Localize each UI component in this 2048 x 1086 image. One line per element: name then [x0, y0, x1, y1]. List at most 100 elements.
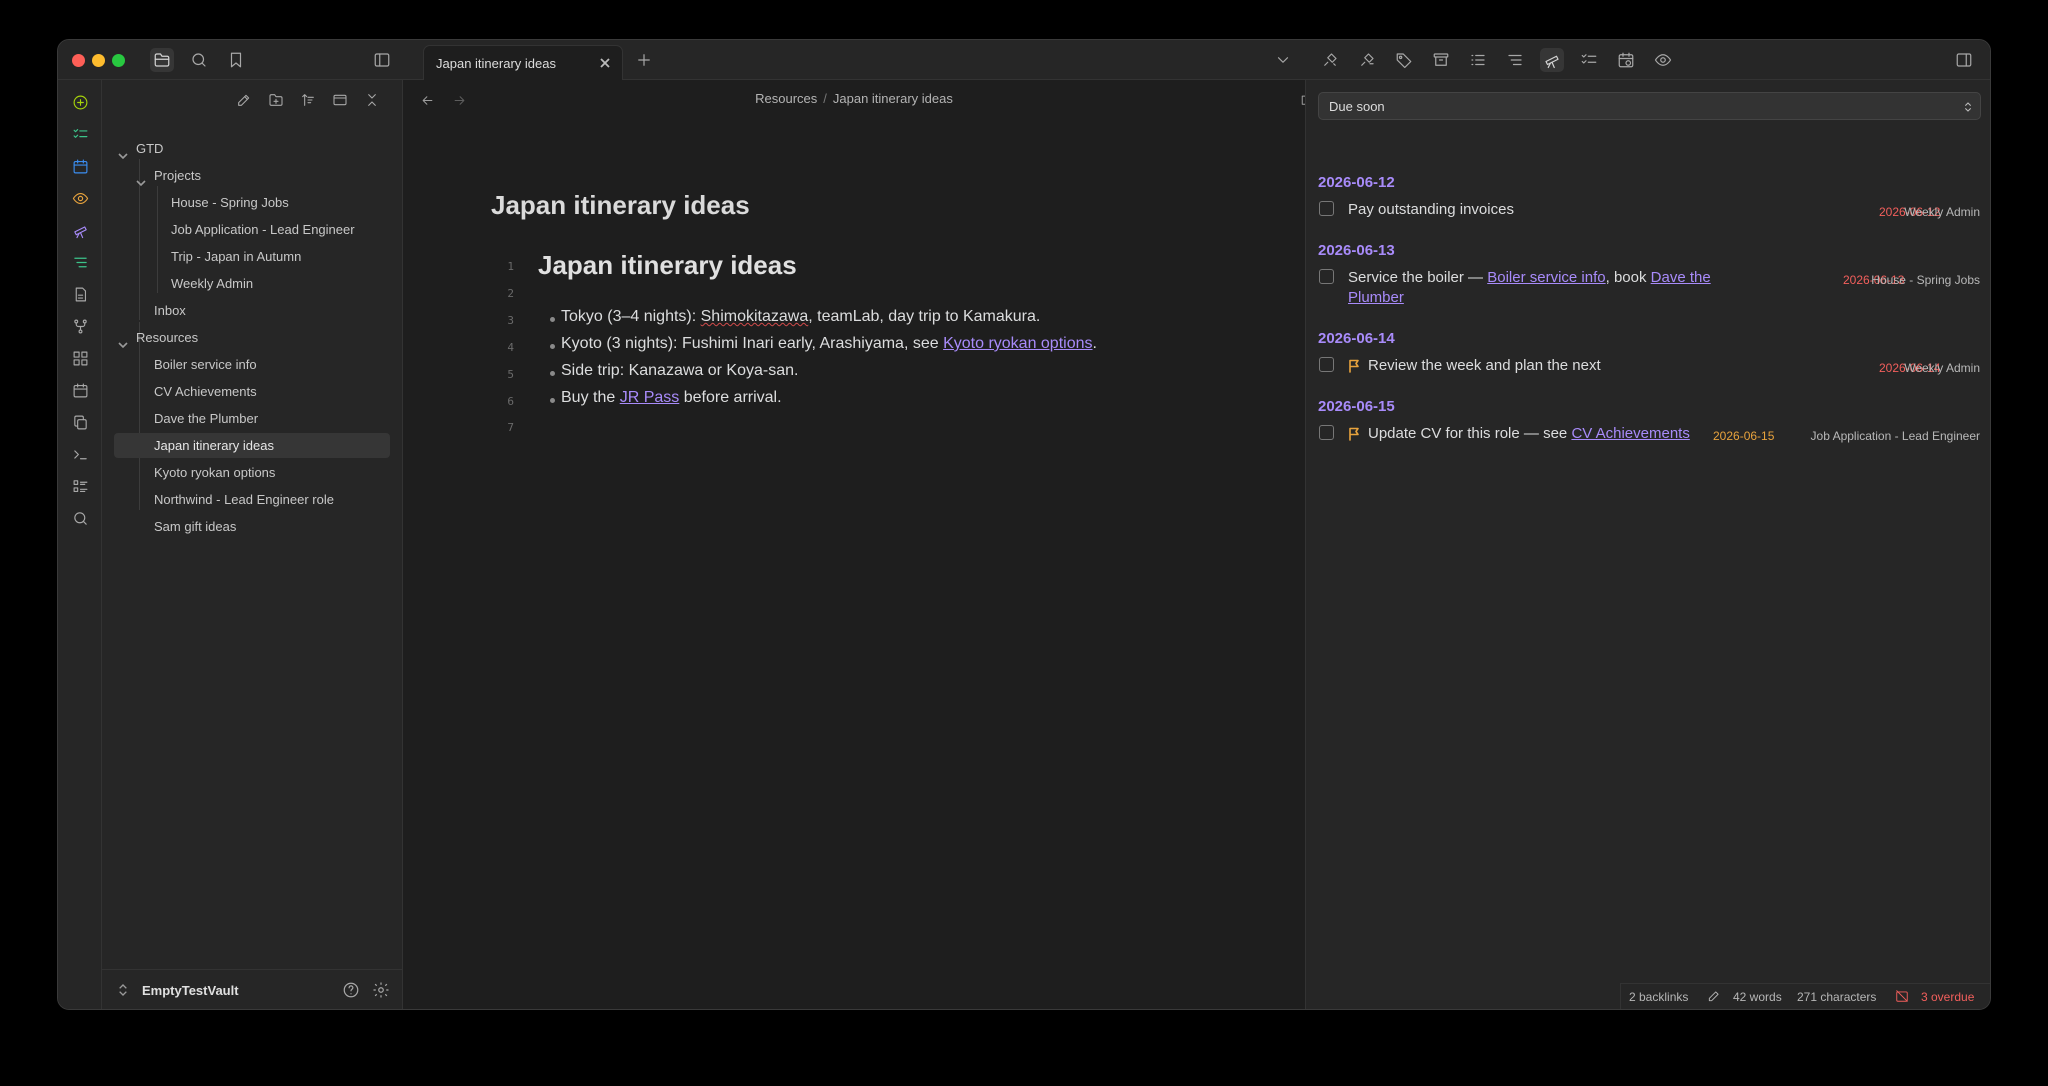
- list-item[interactable]: Side trip: Kanazawa or Koya-san.: [561, 362, 798, 380]
- tree-file[interactable]: Weekly Admin: [114, 271, 390, 296]
- task-checkbox[interactable]: [1319, 269, 1334, 284]
- list-item[interactable]: Kyoto (3 nights): Fushimi Inari early, A…: [561, 335, 1097, 353]
- internal-link-cv-achievements[interactable]: CV Achievements: [1571, 425, 1689, 442]
- tree-file[interactable]: Trip - Japan in Autumn: [114, 244, 390, 269]
- link-graph-icon[interactable]: [1355, 48, 1379, 72]
- toggle-left-sidebar-icon[interactable]: [370, 48, 394, 72]
- search-icon[interactable]: [187, 48, 211, 72]
- chevron-up-down-icon[interactable]: [118, 983, 128, 1002]
- help-icon[interactable]: [342, 981, 360, 1004]
- tree-item-label: Boiler service info: [154, 357, 257, 372]
- priority-flag-icon: [1348, 359, 1360, 373]
- bookmark-icon[interactable]: [224, 48, 248, 72]
- minimize-window-button[interactable]: [92, 54, 105, 67]
- telescope-icon[interactable]: [1540, 48, 1564, 72]
- task-checkbox[interactable]: [1319, 201, 1334, 216]
- sort-icon[interactable]: [296, 88, 320, 112]
- collapse-all-icon[interactable]: [360, 88, 384, 112]
- internal-link-jr-pass[interactable]: JR Pass: [620, 389, 680, 406]
- calendar-icon[interactable]: [68, 154, 92, 178]
- task-project[interactable]: Job Application - Lead Engineer: [1811, 429, 1980, 443]
- tree-file[interactable]: Northwind - Lead Engineer role: [114, 487, 390, 512]
- task-text[interactable]: Pay outstanding invoices: [1348, 200, 1514, 220]
- pin-link-icon[interactable]: [1318, 48, 1342, 72]
- list-item[interactable]: Tokyo (3–4 nights): Shimokitazawa, teamL…: [561, 308, 1040, 326]
- tree-folder-gtd[interactable]: GTD: [114, 136, 390, 161]
- archive-icon[interactable]: [1429, 48, 1453, 72]
- close-tab-icon[interactable]: [596, 54, 614, 72]
- overdue-count[interactable]: 3 overdue: [1921, 990, 1974, 1004]
- outline-icon[interactable]: [68, 250, 92, 274]
- outline-icon[interactable]: [1503, 48, 1527, 72]
- backlinks-count[interactable]: 2 backlinks: [1629, 990, 1688, 1004]
- tab-japan-itinerary[interactable]: Japan itinerary ideas: [423, 45, 623, 80]
- tree-folder-resources[interactable]: Resources: [114, 325, 390, 350]
- eye-icon[interactable]: [1651, 48, 1675, 72]
- pencil-edit-icon[interactable]: [1707, 989, 1721, 1006]
- tree-file[interactable]: CV Achievements: [114, 379, 390, 404]
- tree-file[interactable]: Job Application - Lead Engineer: [114, 217, 390, 242]
- tree-file[interactable]: Sam gift ideas: [114, 514, 390, 539]
- search-icon[interactable]: [68, 506, 92, 530]
- tree-file[interactable]: Boiler service info: [114, 352, 390, 377]
- task-text[interactable]: Review the week and plan the next: [1368, 356, 1601, 376]
- task-project[interactable]: Weekly Admin: [1904, 361, 1980, 375]
- character-count: 271 characters: [1797, 990, 1877, 1004]
- tree-file[interactable]: Dave the Plumber: [114, 406, 390, 431]
- task-project[interactable]: House - Spring Jobs: [1871, 273, 1980, 287]
- tree-folder-projects[interactable]: Projects: [114, 163, 390, 188]
- eye-icon[interactable]: [68, 186, 92, 210]
- toggle-right-sidebar-icon[interactable]: [1952, 48, 1976, 72]
- grid-icon[interactable]: [68, 346, 92, 370]
- breadcrumb-current[interactable]: Japan itinerary ideas: [833, 91, 953, 106]
- task-text[interactable]: Update CV for this role — see CV Achieve…: [1368, 424, 1690, 444]
- list-icon[interactable]: [1466, 48, 1490, 72]
- checklist-icon[interactable]: [68, 122, 92, 146]
- inline-title[interactable]: Japan itinerary ideas: [491, 190, 750, 221]
- internal-link-kyoto-ryokan[interactable]: Kyoto ryokan options: [943, 335, 1092, 352]
- breadcrumb-parent[interactable]: Resources: [755, 91, 817, 106]
- tree-item-label: Northwind - Lead Engineer role: [154, 492, 334, 507]
- tree-file[interactable]: Inbox: [114, 298, 390, 323]
- calendar-day-icon[interactable]: [68, 378, 92, 402]
- task-list-icon[interactable]: [1577, 48, 1601, 72]
- task-text-part: Update CV for this role — see: [1368, 425, 1572, 442]
- internal-link-dave-plumber[interactable]: Dave the: [1651, 269, 1711, 286]
- settings-gear-icon[interactable]: [372, 981, 390, 1004]
- tree-file[interactable]: House - Spring Jobs: [114, 190, 390, 215]
- terminal-icon[interactable]: [68, 442, 92, 466]
- calendar-off-icon[interactable]: [1895, 989, 1909, 1006]
- new-tab-icon[interactable]: [632, 48, 656, 72]
- date-group-heading: 2026-06-14: [1318, 330, 1395, 347]
- date-group-heading: 2026-06-12: [1318, 174, 1395, 191]
- git-fork-icon[interactable]: [68, 314, 92, 338]
- list-item[interactable]: Buy the JR Pass before arrival.: [561, 389, 782, 407]
- task-checkbox[interactable]: [1319, 425, 1334, 440]
- vault-name[interactable]: EmptyTestVault: [142, 983, 239, 998]
- telescope-icon[interactable]: [68, 218, 92, 242]
- tree-file[interactable]: Kyoto ryokan options: [114, 460, 390, 485]
- auto-reveal-icon[interactable]: [328, 88, 352, 112]
- task-project[interactable]: Weekly Admin: [1904, 205, 1980, 219]
- add-circle-icon[interactable]: [68, 90, 92, 114]
- note-heading[interactable]: Japan itinerary ideas: [538, 250, 797, 281]
- tree-file-active[interactable]: Japan itinerary ideas: [114, 433, 390, 458]
- copy-icon[interactable]: [68, 410, 92, 434]
- internal-link-dave-plumber[interactable]: Plumber: [1348, 289, 1404, 306]
- task-filter-select[interactable]: Due soon: [1318, 92, 1981, 120]
- zoom-window-button[interactable]: [112, 54, 125, 67]
- breadcrumb: Resources / Japan itinerary ideas: [404, 91, 1304, 106]
- task-checkbox[interactable]: [1319, 357, 1334, 372]
- calendar-clock-icon[interactable]: [1614, 48, 1638, 72]
- list-checks-icon[interactable]: [68, 474, 92, 498]
- task-text[interactable]: Service the boiler — Boiler service info…: [1348, 268, 1748, 308]
- tags-icon[interactable]: [1392, 48, 1416, 72]
- internal-link-boiler-service[interactable]: Boiler service info: [1487, 269, 1605, 286]
- tab-list-chevron-down-icon[interactable]: [1271, 48, 1295, 72]
- new-note-icon[interactable]: [232, 88, 256, 112]
- chevron-down-icon: [136, 171, 146, 187]
- document-icon[interactable]: [68, 282, 92, 306]
- close-window-button[interactable]: [72, 54, 85, 67]
- new-folder-icon[interactable]: [264, 88, 288, 112]
- files-icon[interactable]: [150, 48, 174, 72]
